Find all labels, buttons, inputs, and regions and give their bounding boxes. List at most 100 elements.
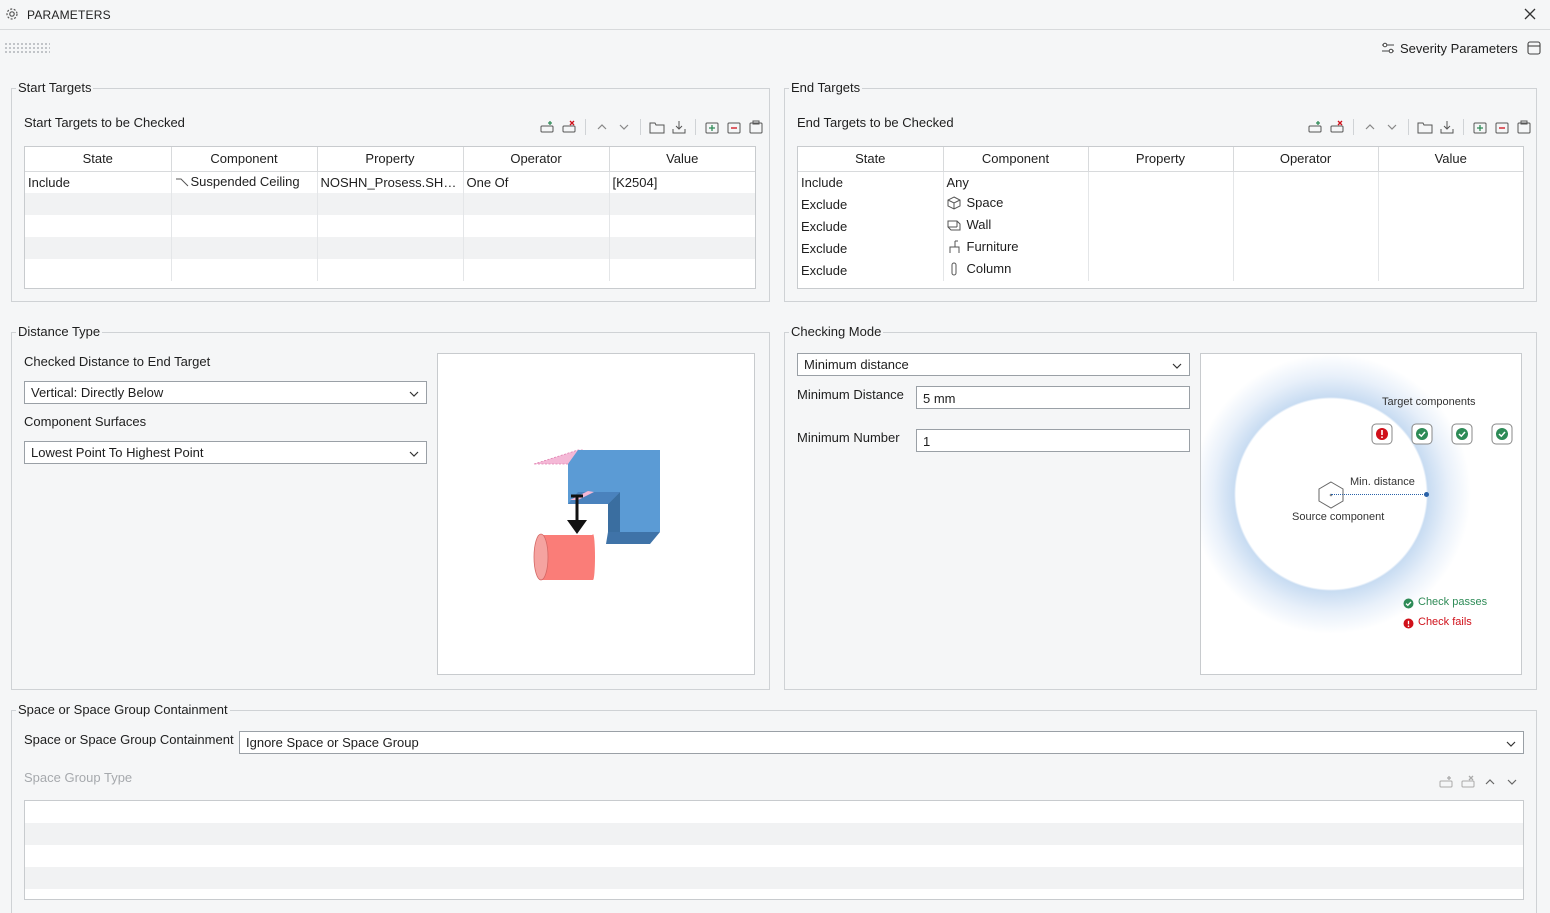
add-row-icon[interactable] — [1306, 118, 1324, 136]
table-row[interactable]: Exclude Wall — [798, 215, 1523, 237]
min-distance-line — [1331, 494, 1427, 495]
remove-set-icon[interactable] — [725, 118, 743, 136]
space-group-toolbar — [1437, 773, 1521, 791]
component-cell[interactable]: Column — [943, 259, 1089, 281]
check-passes-icon — [1403, 597, 1414, 612]
clipboard-icon[interactable] — [747, 118, 765, 136]
state-cell[interactable]: Exclude — [798, 259, 944, 281]
operator-cell[interactable]: One Of — [463, 171, 610, 193]
column-header[interactable]: Component — [171, 147, 318, 172]
add-row-icon[interactable] — [1437, 773, 1455, 791]
state-cell[interactable]: Exclude — [798, 215, 944, 237]
move-down-icon[interactable] — [1383, 118, 1401, 136]
move-up-icon[interactable] — [1361, 118, 1379, 136]
state-cell[interactable]: Exclude — [798, 193, 944, 215]
checking-mode-group: Checking Mode Minimum distance Minimum D… — [784, 324, 1537, 690]
column-header[interactable]: Operator — [463, 147, 610, 172]
state-cell[interactable]: Exclude — [798, 237, 944, 259]
remove-row-icon[interactable] — [560, 118, 578, 136]
pass-target-icon — [1451, 423, 1473, 448]
remove-set-icon[interactable] — [1493, 118, 1511, 136]
component-cell[interactable]: Space — [943, 193, 1089, 215]
component-cell[interactable]: Wall — [943, 215, 1089, 237]
state-cell[interactable]: Include — [25, 171, 172, 193]
add-row-icon[interactable] — [538, 118, 556, 136]
panel-layout-icon[interactable] — [1527, 41, 1541, 58]
add-set-icon[interactable] — [1471, 118, 1489, 136]
containment-select[interactable]: Ignore Space or Space Group — [239, 731, 1524, 754]
component-surfaces-label: Component Surfaces — [24, 414, 147, 429]
chevron-down-icon — [408, 447, 420, 462]
column-header[interactable]: State — [798, 147, 944, 172]
column-icon — [947, 262, 967, 279]
min-distance-input[interactable]: 5 mm — [916, 386, 1190, 409]
folder-icon[interactable] — [1416, 118, 1434, 136]
checked-distance-select[interactable]: Vertical: Directly Below — [24, 381, 427, 404]
gear-icon — [5, 7, 19, 24]
column-header[interactable]: Value — [609, 147, 755, 172]
move-up-icon[interactable] — [1481, 773, 1499, 791]
component-cell[interactable]: Furniture — [943, 237, 1089, 259]
component-surfaces-select[interactable]: Lowest Point To Highest Point — [24, 441, 427, 464]
component-cell[interactable]: Any — [943, 171, 1089, 193]
move-down-icon[interactable] — [615, 118, 633, 136]
add-set-icon[interactable] — [703, 118, 721, 136]
title-bar: PARAMETERS — [0, 0, 1550, 30]
min-distance-caption: Min. distance — [1350, 476, 1415, 488]
state-cell[interactable]: Include — [798, 171, 944, 193]
chevron-down-icon — [408, 387, 420, 402]
table-row — [25, 193, 755, 215]
column-header[interactable]: Property — [317, 147, 464, 172]
pass-target-icon — [1411, 423, 1433, 448]
component-cell[interactable]: Suspended Ceiling — [171, 171, 318, 193]
clipboard-icon[interactable] — [1515, 118, 1533, 136]
checking-mode-legend: Checking Mode — [789, 324, 884, 339]
download-icon[interactable] — [1438, 118, 1456, 136]
end-targets-group: End Targets End Targets to be Checked St… — [784, 80, 1537, 302]
containment-group: Space or Space Group Containment Space o… — [11, 702, 1537, 913]
sliders-icon[interactable] — [1381, 42, 1395, 57]
target-components-label: Target components — [1382, 396, 1476, 408]
chevron-down-icon — [1171, 359, 1183, 374]
min-number-label: Minimum Number — [797, 430, 900, 445]
table-row[interactable]: Exclude Furniture — [798, 237, 1523, 259]
checking-mode-illustration: Target components Min. distance Source c… — [1200, 353, 1522, 675]
table-row[interactable]: Include Any — [798, 171, 1523, 193]
move-down-icon[interactable] — [1503, 773, 1521, 791]
drag-grip[interactable] — [4, 42, 50, 54]
table-row[interactable]: Exclude Column — [798, 259, 1523, 281]
start-targets-toolbar — [538, 118, 765, 136]
table-row[interactable]: Include Suspended Ceiling NOSHN_Prosess.… — [25, 171, 755, 193]
table-row[interactable]: Exclude Space — [798, 193, 1523, 215]
end-targets-legend: End Targets — [789, 80, 863, 95]
folder-icon[interactable] — [648, 118, 666, 136]
column-header[interactable]: Component — [943, 147, 1089, 172]
download-icon[interactable] — [670, 118, 688, 136]
distance-type-group: Distance Type Checked Distance to End Ta… — [11, 324, 770, 690]
column-header[interactable]: Operator — [1233, 147, 1379, 172]
chevron-down-icon — [1505, 737, 1517, 752]
severity-parameters-button[interactable]: Severity Parameters — [1400, 41, 1518, 56]
checking-mode-select[interactable]: Minimum distance — [797, 353, 1190, 376]
value-cell[interactable]: [K2504] — [609, 171, 755, 193]
close-icon[interactable] — [1523, 7, 1537, 24]
distance-illustration — [437, 353, 755, 675]
min-number-input[interactable]: 1 — [916, 429, 1190, 452]
start-targets-legend: Start Targets — [16, 80, 94, 95]
move-up-icon[interactable] — [593, 118, 611, 136]
start-targets-group: Start Targets Start Targets to be Checke… — [11, 80, 770, 302]
column-header[interactable]: Property — [1088, 147, 1234, 172]
cube-icon — [947, 195, 967, 213]
table-row — [25, 215, 755, 237]
fail-target-icon — [1371, 423, 1393, 448]
check-passes-label: Check passes — [1418, 596, 1488, 608]
containment-legend: Space or Space Group Containment — [16, 702, 230, 717]
column-header[interactable]: Value — [1378, 147, 1523, 172]
remove-row-icon[interactable] — [1459, 773, 1477, 791]
start-targets-title: Start Targets to be Checked — [24, 115, 185, 130]
property-cell[interactable]: NOSHN_Prosess.SHN_... — [317, 171, 464, 193]
remove-row-icon[interactable] — [1328, 118, 1346, 136]
check-fails-label: Check fails — [1418, 616, 1472, 628]
column-header[interactable]: State — [25, 147, 172, 172]
distance-type-legend: Distance Type — [16, 324, 103, 339]
